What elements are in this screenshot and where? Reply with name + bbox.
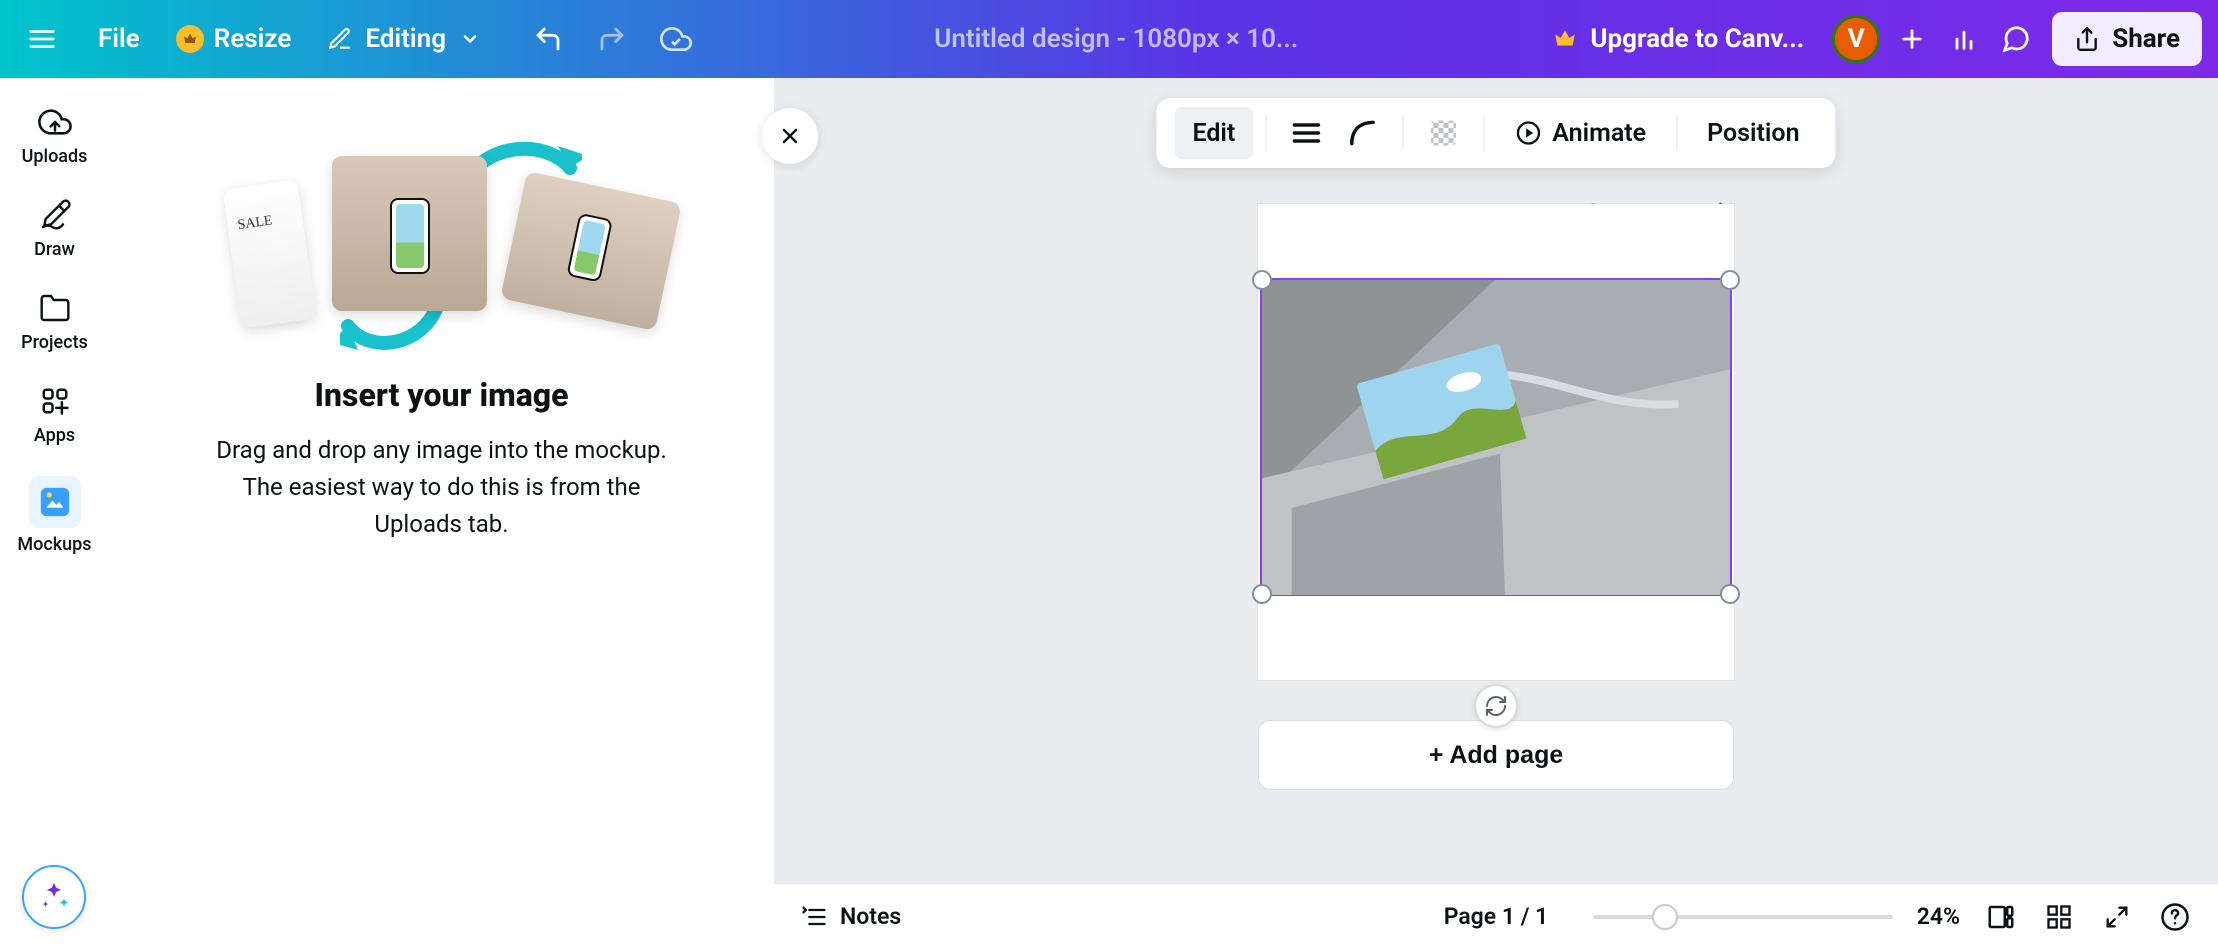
upgrade-label: Upgrade to Canv... [1590, 24, 1804, 54]
panel-illustration [222, 126, 662, 356]
animate-button[interactable]: Animate [1496, 107, 1664, 159]
notes-label: Notes [840, 903, 901, 930]
insights-icon[interactable] [1938, 13, 1990, 65]
contextual-toolbar: Edit Animate Position [1156, 98, 1835, 168]
bottom-bar: Notes Page 1 / 1 24% [774, 883, 2218, 949]
rail-label: Uploads [22, 146, 88, 167]
mockups-panel: Insert your image Drag and drop any imag… [109, 78, 774, 949]
file-menu[interactable]: File [80, 13, 158, 65]
transparency-icon[interactable] [1421, 111, 1465, 155]
border-style-icon[interactable] [1284, 111, 1328, 155]
add-member-icon[interactable] [1886, 13, 1938, 65]
zoom-slider[interactable] [1593, 915, 1893, 919]
mockup-photo [1262, 280, 1730, 595]
editing-mode-button[interactable]: Editing [309, 13, 498, 65]
editing-label: Editing [365, 24, 446, 54]
upgrade-button[interactable]: Upgrade to Canv... [1530, 13, 1826, 65]
resize-handle-tr[interactable] [1720, 270, 1740, 290]
rail-label: Draw [34, 239, 75, 260]
rail-item-uploads[interactable]: Uploads [0, 96, 109, 189]
help-icon[interactable] [2158, 900, 2192, 934]
edit-button[interactable]: Edit [1174, 107, 1253, 159]
notes-button[interactable]: Notes [800, 903, 901, 931]
design-title[interactable]: Untitled design - 1080px × 10... [702, 24, 1530, 54]
resize-label: Resize [214, 24, 292, 54]
position-button[interactable]: Position [1689, 107, 1817, 159]
separator [1676, 115, 1677, 151]
mockups-icon [29, 476, 81, 528]
resize-handle-bl[interactable] [1252, 584, 1272, 604]
pencil-icon [37, 197, 73, 233]
redo-icon[interactable] [586, 13, 638, 65]
rail-item-apps[interactable]: Apps [0, 375, 109, 468]
separator [1402, 115, 1403, 151]
top-bar: File Resize Editing Untitled design - 10… [0, 0, 2218, 78]
rail-label: Apps [34, 425, 75, 446]
rail-label: Projects [21, 332, 88, 353]
add-page-button[interactable]: + Add page [1258, 720, 1734, 790]
resize-handle-tl[interactable] [1252, 270, 1272, 290]
share-label: Share [2112, 24, 2180, 54]
canvas-area: Edit Animate Position [774, 78, 2218, 949]
design-page[interactable] [1258, 204, 1734, 680]
user-avatar[interactable]: V [1832, 15, 1880, 63]
comment-icon[interactable] [1990, 13, 2042, 65]
undo-icon[interactable] [522, 13, 574, 65]
rail-item-projects[interactable]: Projects [0, 282, 109, 375]
left-rail: Uploads Draw Projects Apps [0, 78, 109, 949]
rail-item-mockups[interactable]: Mockups [0, 468, 109, 577]
folder-icon [37, 290, 73, 326]
zoom-value[interactable]: 24% [1917, 903, 1960, 930]
magic-tools-button[interactable] [22, 865, 86, 929]
page-indicator[interactable]: Page 1 / 1 [1444, 903, 1549, 930]
corner-style-icon[interactable] [1340, 111, 1384, 155]
zoom-slider-thumb[interactable] [1652, 904, 1678, 930]
panel-heading: Insert your image [315, 376, 569, 414]
cloud-upload-icon [37, 104, 73, 140]
share-button[interactable]: Share [2052, 12, 2202, 66]
rail-item-draw[interactable]: Draw [0, 189, 109, 282]
cloud-sync-icon[interactable] [650, 13, 702, 65]
view-mode-icon[interactable] [1984, 900, 2018, 934]
panel-body: Drag and drop any image into the mockup.… [212, 432, 672, 544]
resize-handle-br[interactable] [1720, 584, 1740, 604]
grid-view-icon[interactable] [2042, 900, 2076, 934]
separator [1483, 115, 1484, 151]
fullscreen-icon[interactable] [2100, 900, 2134, 934]
hamburger-menu-icon[interactable] [16, 13, 68, 65]
apps-grid-icon [37, 383, 73, 419]
selected-frame[interactable] [1260, 278, 1732, 596]
close-panel-button[interactable] [762, 108, 818, 164]
animate-label: Animate [1552, 119, 1646, 148]
rotate-handle[interactable] [1474, 684, 1518, 728]
crown-badge-icon [176, 25, 204, 53]
rail-label: Mockups [17, 534, 91, 555]
separator [1265, 115, 1266, 151]
resize-button[interactable]: Resize [158, 13, 310, 65]
